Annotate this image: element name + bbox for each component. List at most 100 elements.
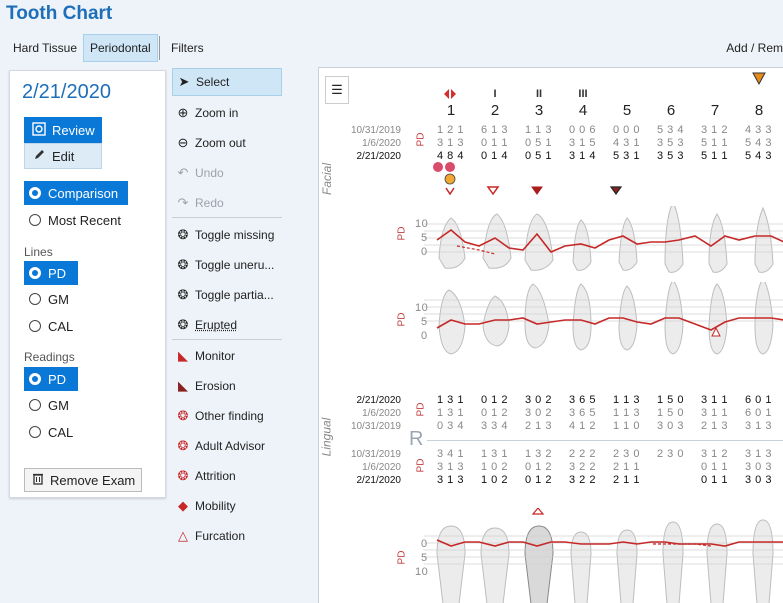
pd-reading[interactable]: 0 1 2 [525,474,552,486]
radio-readings-gm[interactable]: GM [24,393,69,417]
pd-reading[interactable]: 0 3 4 [437,420,464,432]
pd-reading[interactable]: 0 5 1 [525,137,552,149]
pd-reading[interactable]: 5 4 3 [745,137,772,149]
tool-undo[interactable]: ↶ Undo [172,159,282,187]
pd-reading[interactable]: 3 0 2 [525,407,552,419]
tool-adult-advisor[interactable]: ❂ Adult Advisor [172,432,282,460]
pd-reading[interactable]: 0 1 1 [701,474,728,486]
pd-reading[interactable]: 1 3 2 [525,448,552,460]
pd-reading[interactable]: 4 1 2 [569,420,596,432]
tooth-number[interactable]: 4 [575,102,591,119]
pd-reading[interactable]: 0 0 0 [613,124,640,136]
pd-reading[interactable]: 0 1 1 [481,137,508,149]
pd-reading[interactable]: 3 5 3 [657,137,684,149]
pd-reading[interactable]: 5 3 4 [657,124,684,136]
pd-reading[interactable]: 2 3 0 [657,448,684,460]
pd-reading[interactable]: 3 0 2 [525,394,552,406]
tool-select[interactable]: ➤ Select [172,68,282,96]
tool-mobility[interactable]: ◆ Mobility [172,492,282,520]
pd-reading[interactable]: 5 1 1 [701,137,728,149]
pd-reading[interactable]: 3 1 2 [701,124,728,136]
tool-redo[interactable]: ↷ Redo [172,189,282,217]
pd-reading[interactable]: 2 2 2 [569,448,596,460]
pd-reading[interactable]: 3 1 3 [437,461,464,473]
remove-exam-button[interactable]: Remove Exam [24,468,142,492]
pd-reading[interactable]: 3 2 2 [569,474,596,486]
pd-reading[interactable]: 1 0 2 [481,461,508,473]
tool-zoom-in[interactable]: ⊕ Zoom in [172,99,282,127]
add-remove-link[interactable]: Add / Rem [726,34,783,62]
chart-menu-button[interactable]: ☰ [325,76,349,104]
pd-reading[interactable]: 2 3 0 [613,448,640,460]
tooth-number[interactable]: 3 [531,102,547,119]
pd-reading[interactable]: 3 3 4 [481,420,508,432]
tool-erosion[interactable]: ◣ Erosion [172,372,282,400]
pd-reading[interactable]: 3 1 3 [745,420,772,432]
pd-reading[interactable]: 0 1 2 [481,407,508,419]
tooth-number[interactable]: 6 [663,102,679,119]
pd-reading[interactable]: 3 6 5 [569,407,596,419]
pd-reading[interactable]: 0 1 1 [701,461,728,473]
pd-reading[interactable]: 4 3 3 [745,124,772,136]
pd-reading[interactable]: 6 1 3 [481,124,508,136]
pd-reading[interactable]: 3 0 3 [745,461,772,473]
pd-reading[interactable]: 6 0 1 [745,394,772,406]
tool-other-finding[interactable]: ❂ Other finding [172,402,282,430]
tool-erupted[interactable]: ❂ Erupted [172,311,282,339]
tool-toggle-missing[interactable]: ❂ Toggle missing [172,221,282,249]
pd-reading[interactable]: 2 1 3 [525,420,552,432]
pd-reading[interactable]: 1 0 2 [481,474,508,486]
pd-reading[interactable]: 3 0 3 [745,474,772,486]
pd-reading[interactable]: 3 1 3 [437,474,464,486]
radio-comparison[interactable]: Comparison [24,181,128,205]
radio-lines-gm[interactable]: GM [24,287,69,311]
review-button[interactable]: Review [24,117,102,143]
perio-chart[interactable]: ☰ I II III 1 2 3 4 5 6 7 8 10/31/2019 1/… [318,67,783,603]
tab-periodontal[interactable]: Periodontal [83,34,158,62]
pd-reading[interactable]: 3 1 5 [569,137,596,149]
pd-reading[interactable]: 3 1 3 [437,137,464,149]
tooth-number[interactable]: 2 [487,102,503,119]
pd-reading[interactable]: 1 3 1 [437,407,464,419]
pd-reading[interactable]: 0 0 6 [569,124,596,136]
pd-reading[interactable]: 1 1 3 [613,407,640,419]
pd-reading[interactable]: 4 3 1 [613,137,640,149]
tool-toggle-unerupted[interactable]: ❂ Toggle uneru... [172,251,282,279]
pd-reading[interactable]: 3 1 1 [701,394,728,406]
pd-reading[interactable]: 3 6 5 [569,394,596,406]
tooth-number[interactable]: 8 [751,102,767,119]
tab-hard-tissue[interactable]: Hard Tissue [7,34,83,62]
pd-reading[interactable]: 2 1 1 [613,474,640,486]
pd-reading[interactable]: 2 1 3 [701,420,728,432]
pd-reading[interactable]: 1 3 1 [437,394,464,406]
radio-lines-pd[interactable]: PD [24,261,78,285]
pd-reading[interactable]: 6 0 1 [745,407,772,419]
tool-zoom-out[interactable]: ⊖ Zoom out [172,129,282,157]
tooth-number[interactable]: 1 [443,102,459,119]
radio-readings-cal[interactable]: CAL [24,420,73,444]
pd-reading[interactable]: 3 0 3 [657,420,684,432]
tooth-number[interactable]: 5 [619,102,635,119]
pd-reading[interactable]: 1 3 1 [481,448,508,460]
pd-reading[interactable]: 3 4 1 [437,448,464,460]
pd-reading[interactable]: 0 1 2 [481,394,508,406]
pd-reading[interactable]: 1 1 3 [613,394,640,406]
pd-reading[interactable]: 3 1 1 [701,407,728,419]
pd-reading[interactable]: 1 5 0 [657,407,684,419]
tool-attrition[interactable]: ❂ Attrition [172,462,282,490]
pd-reading[interactable]: 3 2 2 [569,461,596,473]
tool-furcation[interactable]: △ Furcation [172,522,282,550]
pd-reading[interactable]: 1 5 0 [657,394,684,406]
tooth-number[interactable]: 7 [707,102,723,119]
radio-most-recent[interactable]: Most Recent [24,208,121,232]
pd-reading[interactable]: 3 1 2 [701,448,728,460]
tool-monitor[interactable]: ◣ Monitor [172,342,282,370]
tool-toggle-partial[interactable]: ❂ Toggle partia... [172,281,282,309]
pd-reading[interactable]: 1 2 1 [437,124,464,136]
pd-reading[interactable]: 1 1 3 [525,124,552,136]
tab-filters[interactable]: Filters [165,34,210,62]
radio-lines-cal[interactable]: CAL [24,314,73,338]
radio-readings-pd[interactable]: PD [24,367,78,391]
edit-button[interactable]: Edit [24,143,102,169]
pd-reading[interactable]: 3 1 3 [745,448,772,460]
